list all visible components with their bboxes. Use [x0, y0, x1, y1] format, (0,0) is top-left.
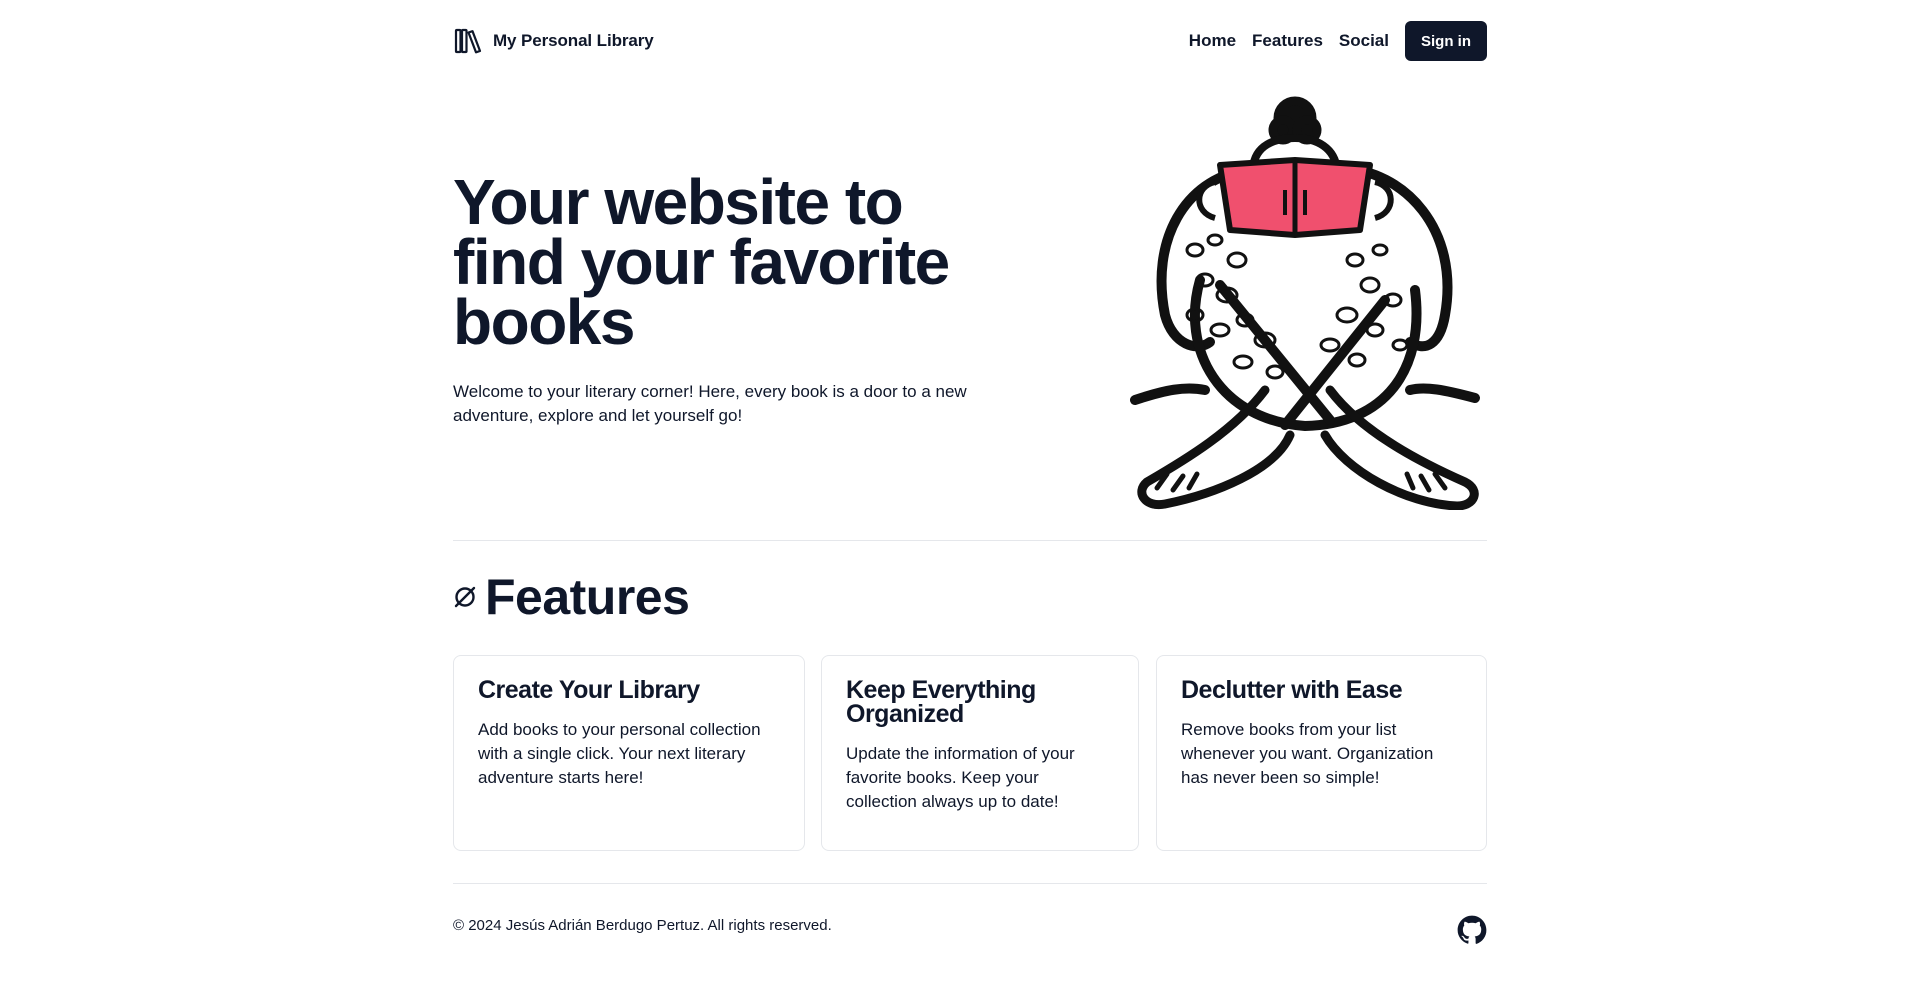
copyright-text: © 2024 Jesús Adrián Berdugo Pertuz. All … [453, 917, 832, 934]
nav-social-link[interactable]: Social [1339, 31, 1389, 51]
nav-home-link[interactable]: Home [1189, 31, 1236, 51]
empty-set-icon [454, 586, 476, 608]
hero-title: Your website to find your favorite books [453, 166, 950, 358]
feature-card-title: Declutter with Ease [1181, 676, 1403, 704]
library-icon [454, 28, 482, 54]
github-icon[interactable] [1457, 915, 1487, 945]
sign-in-button[interactable]: Sign in [1405, 21, 1487, 61]
feature-card-text: Add books to your personal collection wi… [478, 720, 761, 787]
feature-card-title: Keep Everything Organized [846, 676, 1036, 728]
feature-card-keep-organized: Keep Everything Organized Update the inf… [821, 655, 1139, 851]
features-heading: Features [453, 567, 690, 627]
feature-cards: Create Your Library Add books to your pe… [453, 655, 1487, 851]
features-title: Features [485, 569, 690, 625]
site-header: My Personal Library Home Features Social… [453, 20, 1487, 62]
brand-name: My Personal Library [493, 31, 654, 50]
feature-card-title: Create Your Library [478, 676, 700, 704]
person-reading-book-illustration [1130, 96, 1480, 510]
feature-card-text: Remove books from your list whenever you… [1181, 720, 1434, 787]
nav-features-link[interactable]: Features [1252, 31, 1323, 51]
feature-card-create-library: Create Your Library Add books to your pe… [453, 655, 805, 851]
feature-card-declutter: Declutter with Ease Remove books from yo… [1156, 655, 1487, 851]
feature-card-text: Update the information of your favorite … [846, 744, 1075, 811]
main-nav: Home Features Social Sign in [1189, 21, 1487, 61]
section-divider [453, 540, 1487, 541]
footer-divider [453, 883, 1487, 884]
brand[interactable]: My Personal Library [453, 26, 654, 56]
hero-description: Welcome to your literary corner! Here, e… [453, 382, 967, 425]
